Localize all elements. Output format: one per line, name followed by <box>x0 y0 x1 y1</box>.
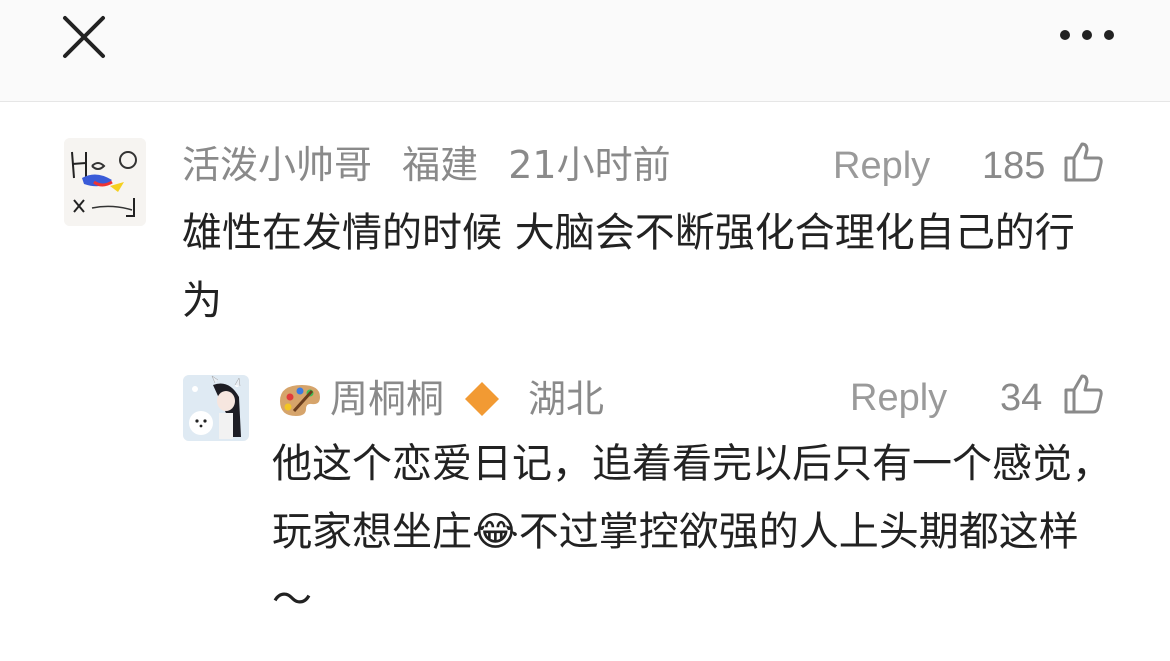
palette-icon <box>280 385 320 416</box>
avatar-image <box>64 138 146 226</box>
thumbs-up-icon[interactable] <box>1062 140 1106 184</box>
reply-button[interactable]: Reply <box>850 379 947 417</box>
like-count: 34 <box>1000 377 1043 419</box>
reply-button[interactable]: Reply <box>833 147 930 185</box>
diamond-badge-icon <box>465 382 500 416</box>
top-bar <box>0 0 1170 102</box>
laughing-emoji-icon: 😂 <box>472 509 519 555</box>
comment-text: 他这个恋爱日记，追着看完以后只有一个感觉，玩家想坐庄😂不过掌控欲强的人上头期都这… <box>272 430 1112 634</box>
close-icon[interactable] <box>57 10 111 64</box>
thumbs-up-icon[interactable] <box>1062 372 1106 416</box>
comment-meta: 活泼小帅哥 福建 21小时前 <box>182 146 689 184</box>
avatar-image <box>183 375 249 441</box>
username[interactable]: 活泼小帅哥 <box>182 143 372 187</box>
location: 湖北 <box>528 377 605 421</box>
username[interactable]: 周桐桐 <box>330 380 444 418</box>
timestamp: 21小时前 <box>508 143 671 187</box>
comment-text: 雄性在发情的时候 大脑会不断强化合理化自己的行为 <box>182 210 1075 324</box>
location: 福建 <box>402 143 479 187</box>
avatar[interactable] <box>183 375 249 441</box>
more-options-icon[interactable] <box>1054 17 1120 53</box>
avatar[interactable] <box>64 138 146 226</box>
like-count: 185 <box>982 145 1046 187</box>
comment-meta: 周桐桐 湖北 <box>274 379 622 419</box>
